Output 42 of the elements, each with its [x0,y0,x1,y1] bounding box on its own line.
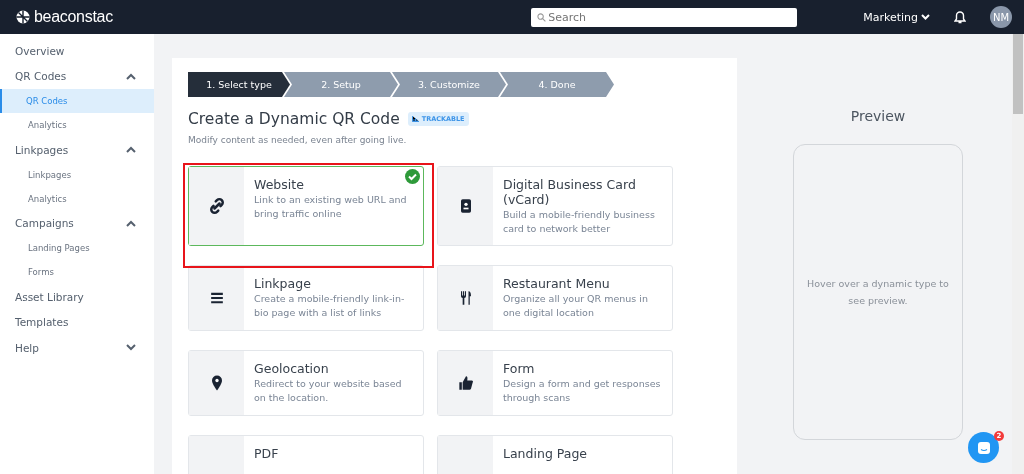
sidebar-subitem[interactable]: Analytics [0,186,154,211]
account-dropdown[interactable]: Marketing [863,10,930,24]
card-description: Build a mobile-friendly business card to network better [503,208,656,236]
sidebar-subitem[interactable]: Forms [0,260,154,284]
card-title: Restaurant Menu [503,276,611,291]
type-card[interactable]: Form Design a form and get responses through scans [437,350,673,416]
card-title: PDF [254,446,279,461]
card-title: Website [254,177,305,192]
type-card[interactable]: Landing Page [437,435,673,474]
card-title: Form [503,361,536,376]
brand-name: beaconstac [34,8,113,26]
sidebar-item[interactable]: QR Codes [0,63,154,89]
card-title: Digital Business Card (vCard) [503,177,637,207]
card-title: Landing Page [503,446,588,461]
sidebar-item[interactable]: Help [0,335,154,361]
type-card[interactable]: Linkpage Create a mobile-friendly link-in-bio page with a list of links [188,265,424,331]
type-card[interactable]: Digital Business Card (vCard) Build a mobile-friendly business card to network better [437,166,673,246]
card-title: Linkpage [254,276,312,291]
preview-hint: Hover over a dynamic type to see preview. [807,277,949,308]
card-description: Create a mobile-friendly link-in-bio page with a list of links [254,292,406,320]
sidebar-item[interactable]: Campaigns [0,210,154,236]
type-card[interactable]: Restaurant Menu Organize all your QR menus in one digital location [437,265,673,331]
sidebar-item[interactable]: Linkpages [0,137,154,163]
card-description: Link to an existing web URL and bring traffic online [254,193,408,221]
card-title: Geolocation [254,361,330,376]
sidebar-item[interactable]: Asset Library [0,284,154,310]
page-heading: Create a Dynamic QR Code [188,110,400,128]
page-subtitle: Modify content as needed, even after going live. [188,135,408,145]
card-description: Organize all your QR menus in one digital location [503,292,649,320]
type-card[interactable]: Geolocation Redirect to your website based on the location. [188,350,424,416]
type-card[interactable]: Website Link to an existing web URL and bring traffic online [188,166,424,246]
card-description: Design a form and get responses through scans [503,377,662,405]
type-card[interactable]: PDF [188,435,424,474]
card-description: Redirect to your website based on the location. [254,377,403,405]
sidebar-subitem[interactable]: Landing Pages [0,236,154,260]
wizard-step[interactable]: 1. Select type [188,72,290,97]
sidebar-subitem[interactable]: Analytics [0,113,154,137]
preview-title: Preview [850,108,906,124]
search-field[interactable]: Search [531,7,798,27]
sidebar-item[interactable]: Overview [0,38,154,64]
sidebar-item[interactable]: Templates [0,309,154,335]
sidebar-subitem[interactable]: Linkpages [0,162,154,187]
